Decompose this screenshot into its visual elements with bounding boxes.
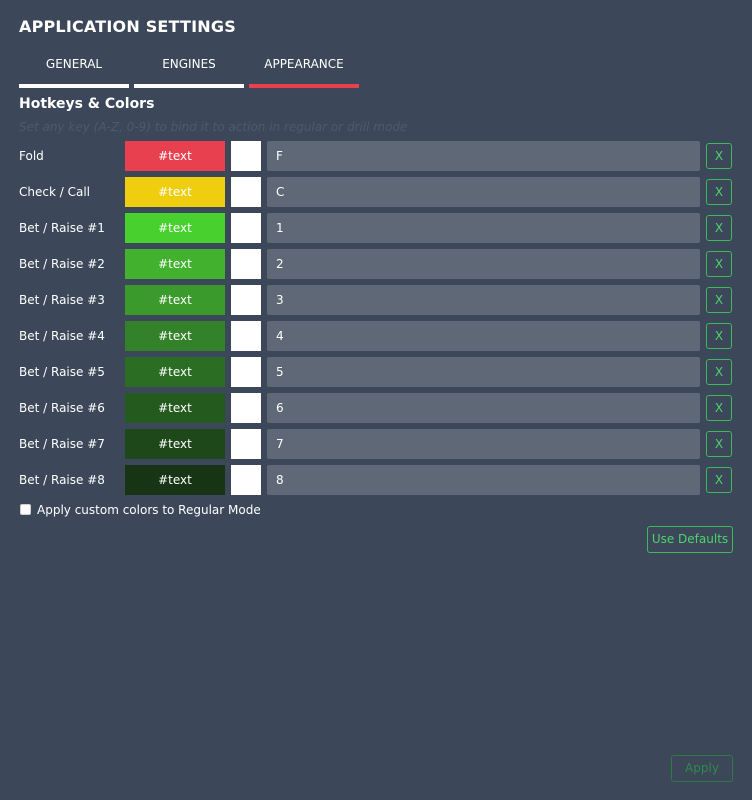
clear-hotkey-button[interactable]: X xyxy=(706,179,732,205)
hotkey-input[interactable] xyxy=(267,321,700,351)
custom-colors-checkbox[interactable] xyxy=(20,504,31,515)
action-label: Check / Call xyxy=(19,185,90,199)
clear-hotkey-button[interactable]: X xyxy=(706,287,732,313)
color-picker-box[interactable] xyxy=(231,285,261,315)
hotkey-row: Bet / Raise #1 #text X xyxy=(0,213,752,243)
hotkey-input[interactable] xyxy=(267,141,700,171)
hotkey-row: Bet / Raise #7 #text X xyxy=(0,429,752,459)
color-swatch[interactable]: #text xyxy=(125,249,225,279)
clear-hotkey-button[interactable]: X xyxy=(706,323,732,349)
color-swatch[interactable]: #text xyxy=(125,393,225,423)
color-picker-box[interactable] xyxy=(231,141,261,171)
hotkey-row: Check / Call #text X xyxy=(0,177,752,207)
hotkey-input[interactable] xyxy=(267,177,700,207)
app-title: APPLICATION SETTINGS xyxy=(19,17,236,36)
action-label: Bet / Raise #1 xyxy=(19,221,105,235)
action-label: Fold xyxy=(19,149,44,163)
color-picker-box[interactable] xyxy=(231,177,261,207)
color-swatch[interactable]: #text xyxy=(125,285,225,315)
clear-hotkey-button[interactable]: X xyxy=(706,467,732,493)
clear-hotkey-button[interactable]: X xyxy=(706,431,732,457)
custom-colors-label: Apply custom colors to Regular Mode xyxy=(37,503,261,517)
hotkey-input[interactable] xyxy=(267,429,700,459)
hotkey-row: Bet / Raise #4 #text X xyxy=(0,321,752,351)
hotkey-row: Bet / Raise #5 #text X xyxy=(0,357,752,387)
color-swatch[interactable]: #text xyxy=(125,177,225,207)
color-picker-box[interactable] xyxy=(231,393,261,423)
action-label: Bet / Raise #2 xyxy=(19,257,105,271)
color-picker-box[interactable] xyxy=(231,249,261,279)
color-picker-box[interactable] xyxy=(231,357,261,387)
use-defaults-button[interactable]: Use Defaults xyxy=(647,526,733,553)
section-title: Hotkeys & Colors xyxy=(19,96,155,112)
color-swatch[interactable]: #text xyxy=(125,321,225,351)
hotkey-row: Fold #text X xyxy=(0,141,752,171)
color-swatch[interactable]: #text xyxy=(125,141,225,171)
tab-general[interactable]: GENERAL xyxy=(19,54,129,88)
hotkey-input[interactable] xyxy=(267,357,700,387)
tab-engines[interactable]: ENGINES xyxy=(134,54,244,88)
hotkey-input[interactable] xyxy=(267,285,700,315)
color-picker-box[interactable] xyxy=(231,213,261,243)
action-label: Bet / Raise #3 xyxy=(19,293,105,307)
action-label: Bet / Raise #5 xyxy=(19,365,105,379)
hotkey-row: Bet / Raise #2 #text X xyxy=(0,249,752,279)
hotkey-row: Bet / Raise #3 #text X xyxy=(0,285,752,315)
color-swatch[interactable]: #text xyxy=(125,465,225,495)
color-picker-box[interactable] xyxy=(231,465,261,495)
hotkey-input[interactable] xyxy=(267,393,700,423)
clear-hotkey-button[interactable]: X xyxy=(706,395,732,421)
clear-hotkey-button[interactable]: X xyxy=(706,359,732,385)
hotkey-input[interactable] xyxy=(267,249,700,279)
clear-hotkey-button[interactable]: X xyxy=(706,143,732,169)
hotkey-input[interactable] xyxy=(267,465,700,495)
clear-hotkey-button[interactable]: X xyxy=(706,215,732,241)
hint-text: Set any key (A-Z, 0-9) to bind it to act… xyxy=(19,120,408,134)
action-label: Bet / Raise #8 xyxy=(19,473,105,487)
hotkey-input[interactable] xyxy=(267,213,700,243)
color-swatch[interactable]: #text xyxy=(125,357,225,387)
color-picker-box[interactable] xyxy=(231,321,261,351)
color-swatch[interactable]: #text xyxy=(125,429,225,459)
clear-hotkey-button[interactable]: X xyxy=(706,251,732,277)
hotkey-row: Bet / Raise #8 #text X xyxy=(0,465,752,495)
action-label: Bet / Raise #4 xyxy=(19,329,105,343)
apply-button[interactable]: Apply xyxy=(671,755,733,782)
hotkey-row: Bet / Raise #6 #text X xyxy=(0,393,752,423)
action-label: Bet / Raise #7 xyxy=(19,437,105,451)
color-swatch[interactable]: #text xyxy=(125,213,225,243)
action-label: Bet / Raise #6 xyxy=(19,401,105,415)
tab-appearance[interactable]: APPEARANCE xyxy=(249,54,359,88)
color-picker-box[interactable] xyxy=(231,429,261,459)
